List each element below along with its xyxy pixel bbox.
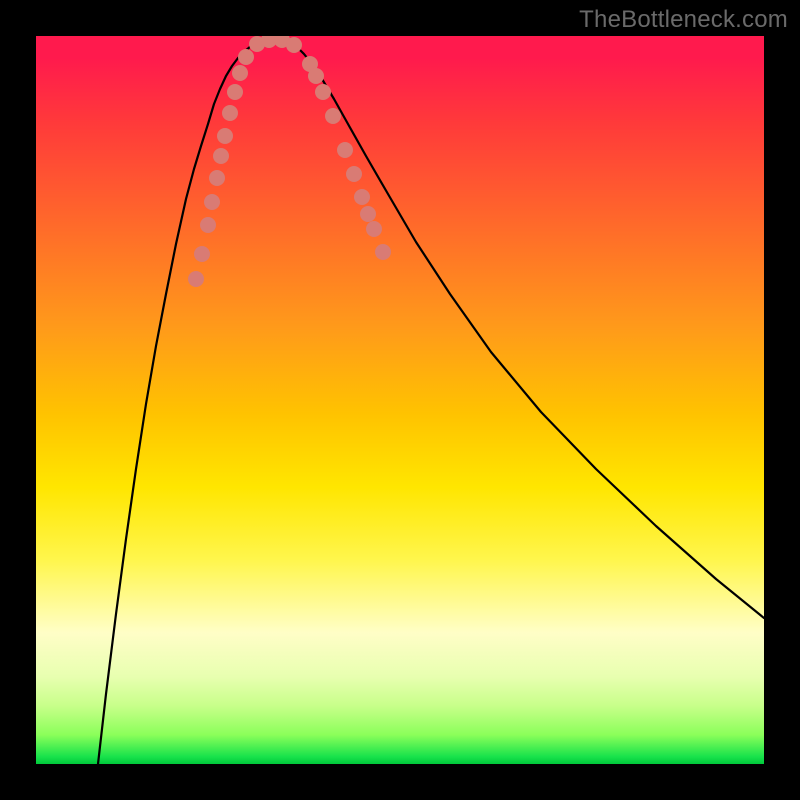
marker-dot <box>227 84 243 100</box>
marker-dot <box>308 68 324 84</box>
marker-dot <box>366 221 382 237</box>
marker-dot <box>315 84 331 100</box>
marker-dot <box>360 206 376 222</box>
marker-dot <box>232 65 248 81</box>
curve-layer <box>36 36 764 764</box>
plot-area <box>36 36 764 764</box>
marker-dot <box>238 49 254 65</box>
marker-dot <box>325 108 341 124</box>
marker-dot <box>346 166 362 182</box>
watermark-text: TheBottleneck.com <box>579 6 788 34</box>
bottleneck-v-curve <box>98 40 764 764</box>
v-curve-path <box>98 40 764 764</box>
marker-dot <box>188 271 204 287</box>
marker-dot <box>375 244 391 260</box>
marker-dot <box>222 105 238 121</box>
marker-dot <box>209 170 225 186</box>
marker-dot <box>213 148 229 164</box>
chart-frame: TheBottleneck.com <box>0 0 800 800</box>
marker-dot <box>194 246 210 262</box>
marker-dot <box>204 194 220 210</box>
marker-dot <box>286 37 302 53</box>
marker-dot <box>337 142 353 158</box>
marker-dot <box>217 128 233 144</box>
marker-dot <box>200 217 216 233</box>
marker-dot <box>354 189 370 205</box>
marker-dots <box>188 36 391 287</box>
